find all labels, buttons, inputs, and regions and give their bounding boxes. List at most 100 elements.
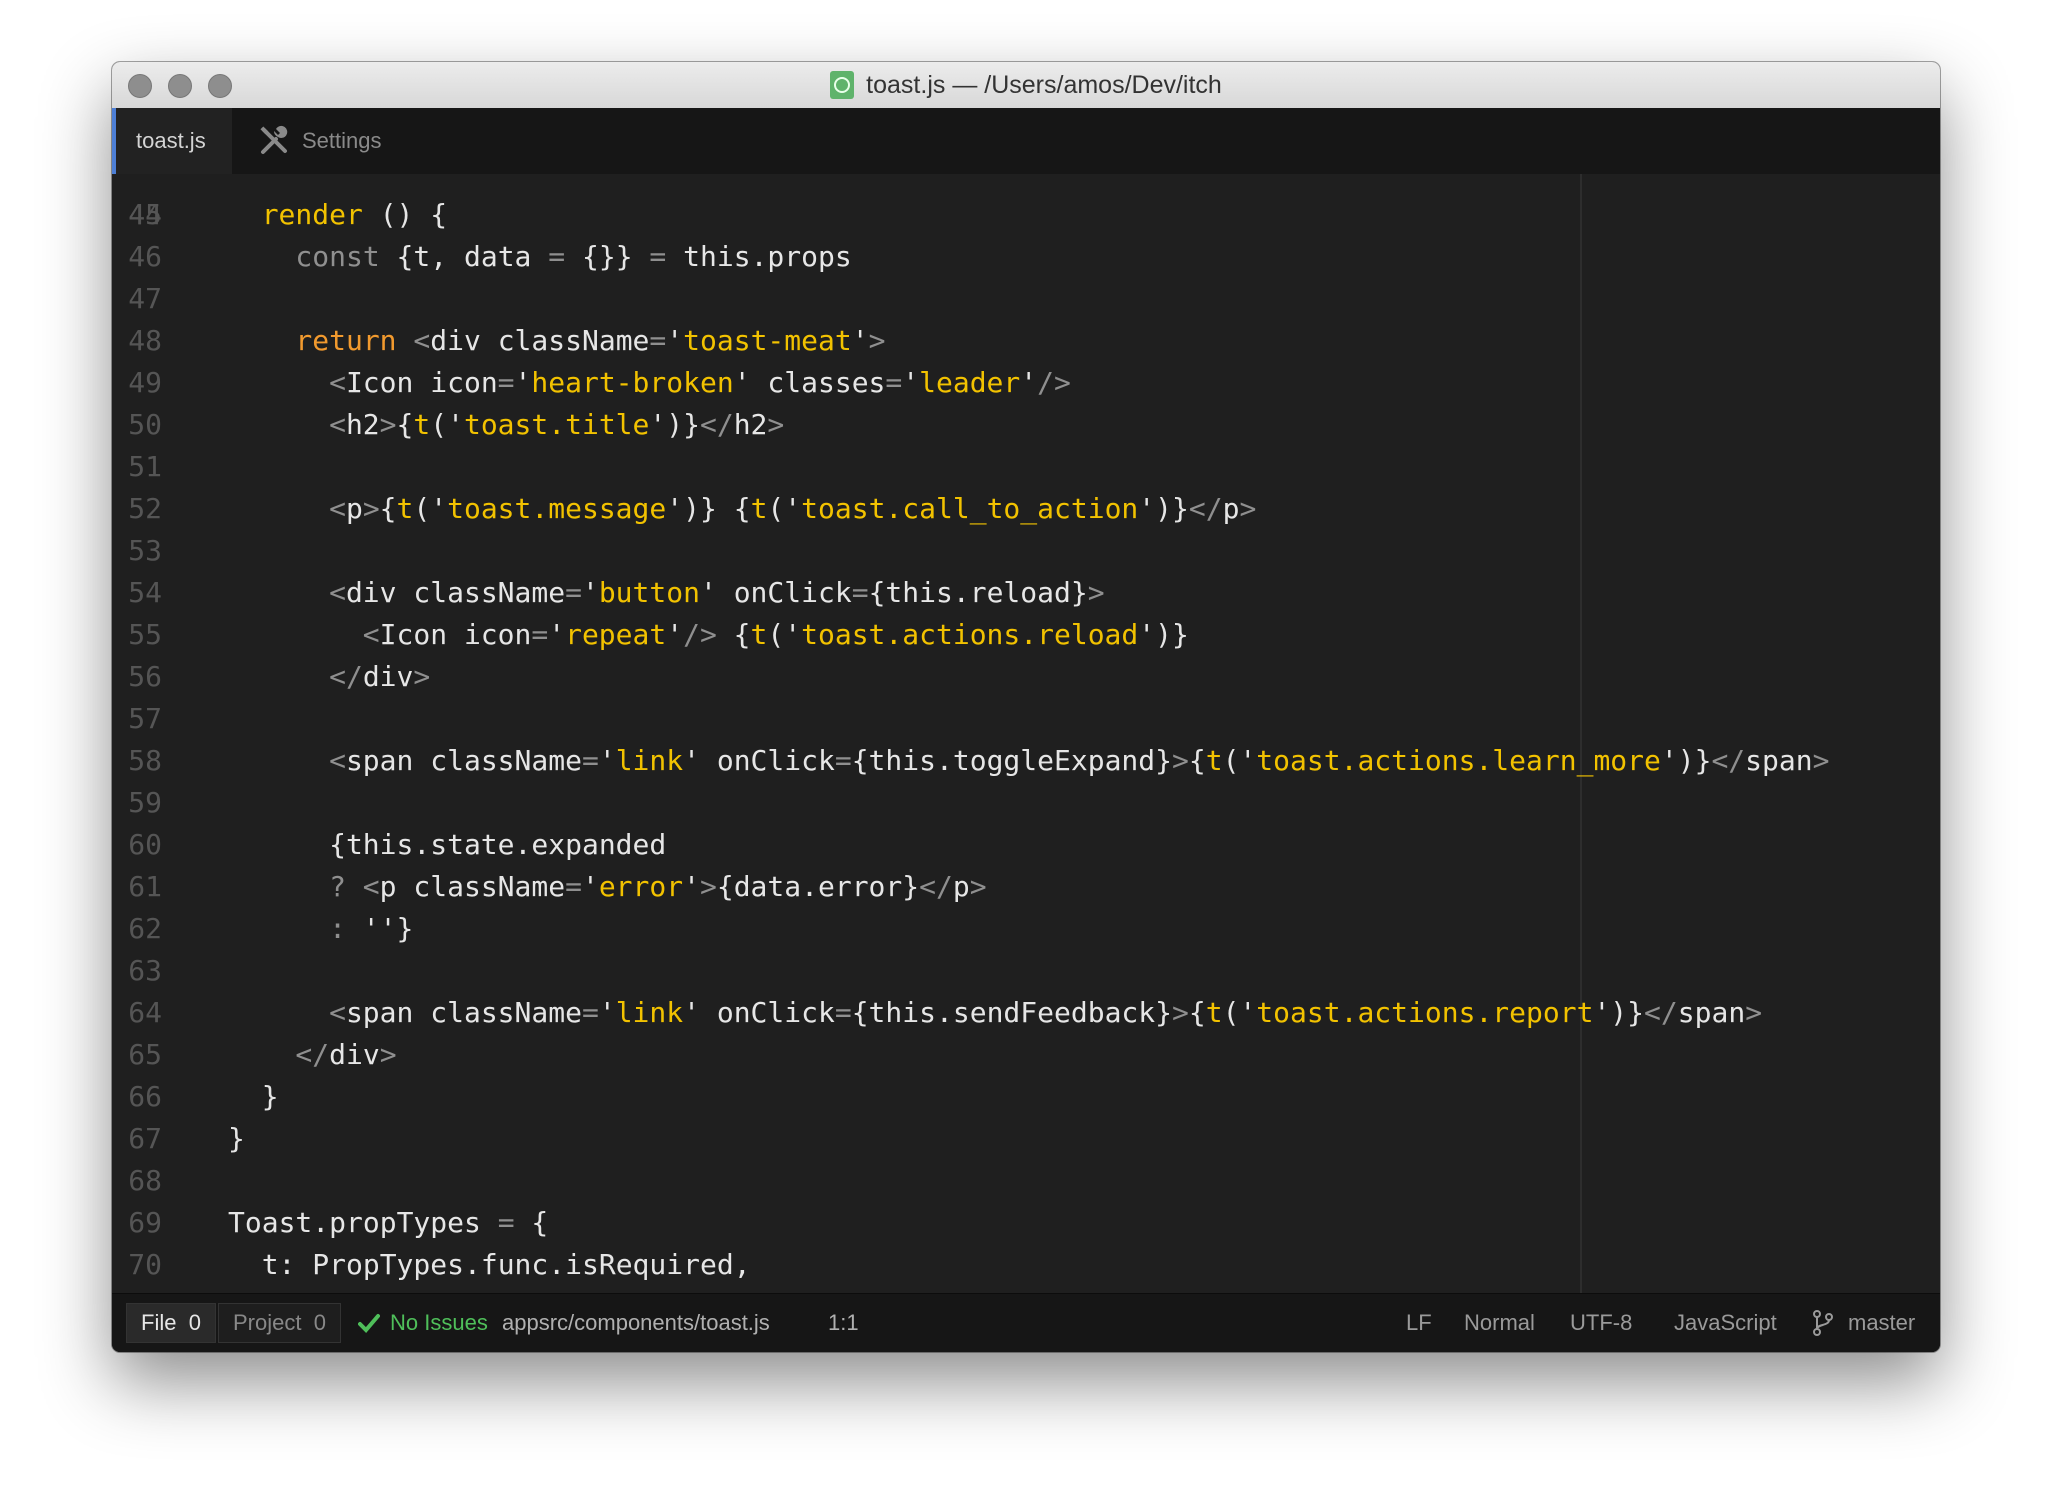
code-line: 57 xyxy=(112,698,1940,740)
code-token: </ xyxy=(1644,996,1678,1029)
line-ending[interactable]: LF xyxy=(1406,1294,1432,1352)
code-token: > xyxy=(1239,492,1257,525)
code-token: (' xyxy=(1222,996,1257,1029)
code-token: = xyxy=(649,240,667,273)
cursor-position[interactable]: 1:1 xyxy=(828,1294,859,1352)
code-token: return xyxy=(295,324,397,357)
code-token: error xyxy=(598,870,684,903)
code-token: = xyxy=(497,366,515,399)
code-token: ' xyxy=(902,366,920,399)
code-text: <h2>{t('toast.title')}</h2> xyxy=(329,404,784,446)
code-token: > xyxy=(362,492,380,525)
line-number: 53 xyxy=(128,534,162,567)
code-text: return <div className='toast-meat'> xyxy=(295,320,885,362)
code-token: < xyxy=(345,870,380,903)
line-number: 69 xyxy=(128,1206,162,1239)
code-token: { xyxy=(716,618,751,651)
code-token: (' xyxy=(1222,744,1257,777)
code-text: : ''} xyxy=(329,908,413,950)
code-token: { xyxy=(396,408,414,441)
code-token: > xyxy=(1087,576,1105,609)
code-text: render () { xyxy=(262,194,447,236)
code-token: {data.error} xyxy=(716,870,920,903)
file-issues-count[interactable]: File 0 xyxy=(126,1303,216,1343)
code-token: { xyxy=(514,1206,549,1239)
code-token: span xyxy=(1677,996,1746,1029)
code-token: this.props xyxy=(666,240,852,273)
code-token: t xyxy=(1205,996,1223,1029)
code-text: <Icon icon='heart-broken' classes='leade… xyxy=(329,362,1071,404)
code-token: ' onClick xyxy=(683,996,835,1029)
code-token: > xyxy=(868,324,886,357)
code-token: repeat xyxy=(565,618,667,651)
code-text: <p>{t('toast.message')} {t('toast.call_t… xyxy=(329,488,1256,530)
code-token: ')} { xyxy=(666,492,751,525)
code-token: { xyxy=(1188,744,1206,777)
line-number: 50 xyxy=(128,408,162,441)
code-token: ' xyxy=(1020,366,1038,399)
code-text: <span className='link' onClick={this.sen… xyxy=(329,992,1762,1034)
code-line: 46 const {t, data = {}} = this.props xyxy=(112,236,1940,278)
code-token: </ xyxy=(919,870,953,903)
code-token: ' xyxy=(666,618,684,651)
code-token: span className xyxy=(345,996,582,1029)
code-editor[interactable]: 44 45 render () {46 const {t, data = {}} =… xyxy=(112,174,1940,1352)
code-token: div className xyxy=(430,324,650,357)
code-token: = xyxy=(565,576,582,609)
code-token: ? xyxy=(329,870,346,903)
linter-status[interactable]: No Issues xyxy=(358,1294,488,1352)
code-token: t xyxy=(750,618,768,651)
code-token: ' xyxy=(598,744,616,777)
code-token: t xyxy=(1205,744,1223,777)
code-token: ' xyxy=(666,324,684,357)
code-line: 60 {this.state.expanded xyxy=(112,824,1940,866)
checkmark-icon xyxy=(358,1314,380,1333)
tab-toast-js[interactable]: toast.js xyxy=(112,108,232,174)
git-branch-icon xyxy=(1813,1310,1833,1336)
file-encoding[interactable]: UTF-8 xyxy=(1570,1294,1632,1352)
line-number: 54 xyxy=(128,576,162,609)
code-token: > xyxy=(1172,996,1189,1029)
editor-mode[interactable]: Normal xyxy=(1464,1294,1535,1352)
atom-file-icon xyxy=(830,71,855,99)
code-token: p xyxy=(1222,492,1240,525)
code-text: </div> xyxy=(329,656,430,698)
tools-icon xyxy=(260,125,288,154)
code-token: (' xyxy=(767,618,802,651)
code-token: toast-meat xyxy=(683,324,852,357)
code-token: </ xyxy=(1188,492,1223,525)
code-token: (' xyxy=(430,408,464,441)
code-token: link xyxy=(615,996,684,1029)
code-text: <div className='button' onClick={this.re… xyxy=(329,572,1104,614)
code-token: {this.reload} xyxy=(868,576,1088,609)
code-token: : xyxy=(329,912,346,945)
code-token: </ xyxy=(295,1038,330,1071)
git-branch[interactable]: master xyxy=(1812,1294,1915,1352)
code-token: t xyxy=(413,408,431,441)
code-token: Toast.propTypes xyxy=(228,1206,498,1239)
code-line: 50 <h2>{t('toast.title')}</h2> xyxy=(112,404,1940,446)
line-number: 49 xyxy=(128,366,162,399)
code-token: < xyxy=(329,366,346,399)
code-token: ')} xyxy=(1138,492,1189,525)
tab-settings[interactable]: Settings xyxy=(258,108,382,174)
code-line: 59 xyxy=(112,782,1940,824)
code-token: = xyxy=(581,996,599,1029)
code-token: /> xyxy=(683,618,717,651)
code-line: 52 <p>{t('toast.message')} {t('toast.call… xyxy=(112,488,1940,530)
code-token: toast.title xyxy=(463,408,650,441)
code-text: } xyxy=(228,1118,245,1160)
project-issues-count[interactable]: Project 0 xyxy=(218,1303,341,1343)
code-line: 61? <p className='error'>{data.error}</p… xyxy=(112,866,1940,908)
code-token: { xyxy=(1188,996,1206,1029)
file-path[interactable]: appsrc/components/toast.js xyxy=(502,1294,770,1352)
line-number: 47 xyxy=(128,282,162,315)
grammar-selector[interactable]: JavaScript xyxy=(1674,1294,1777,1352)
code-token: ')} xyxy=(1660,744,1712,777)
code-token: h2 xyxy=(733,408,768,441)
code-line: 48 return <div className='toast-meat'> xyxy=(112,320,1940,362)
tab-bar: toast.js Settings xyxy=(112,108,1940,174)
code-line: 65 </div> xyxy=(112,1034,1940,1076)
code-line: 70 t: PropTypes.func.isRequired, xyxy=(112,1244,1940,1286)
code-text: const {t, data = {}} = this.props xyxy=(295,236,851,278)
